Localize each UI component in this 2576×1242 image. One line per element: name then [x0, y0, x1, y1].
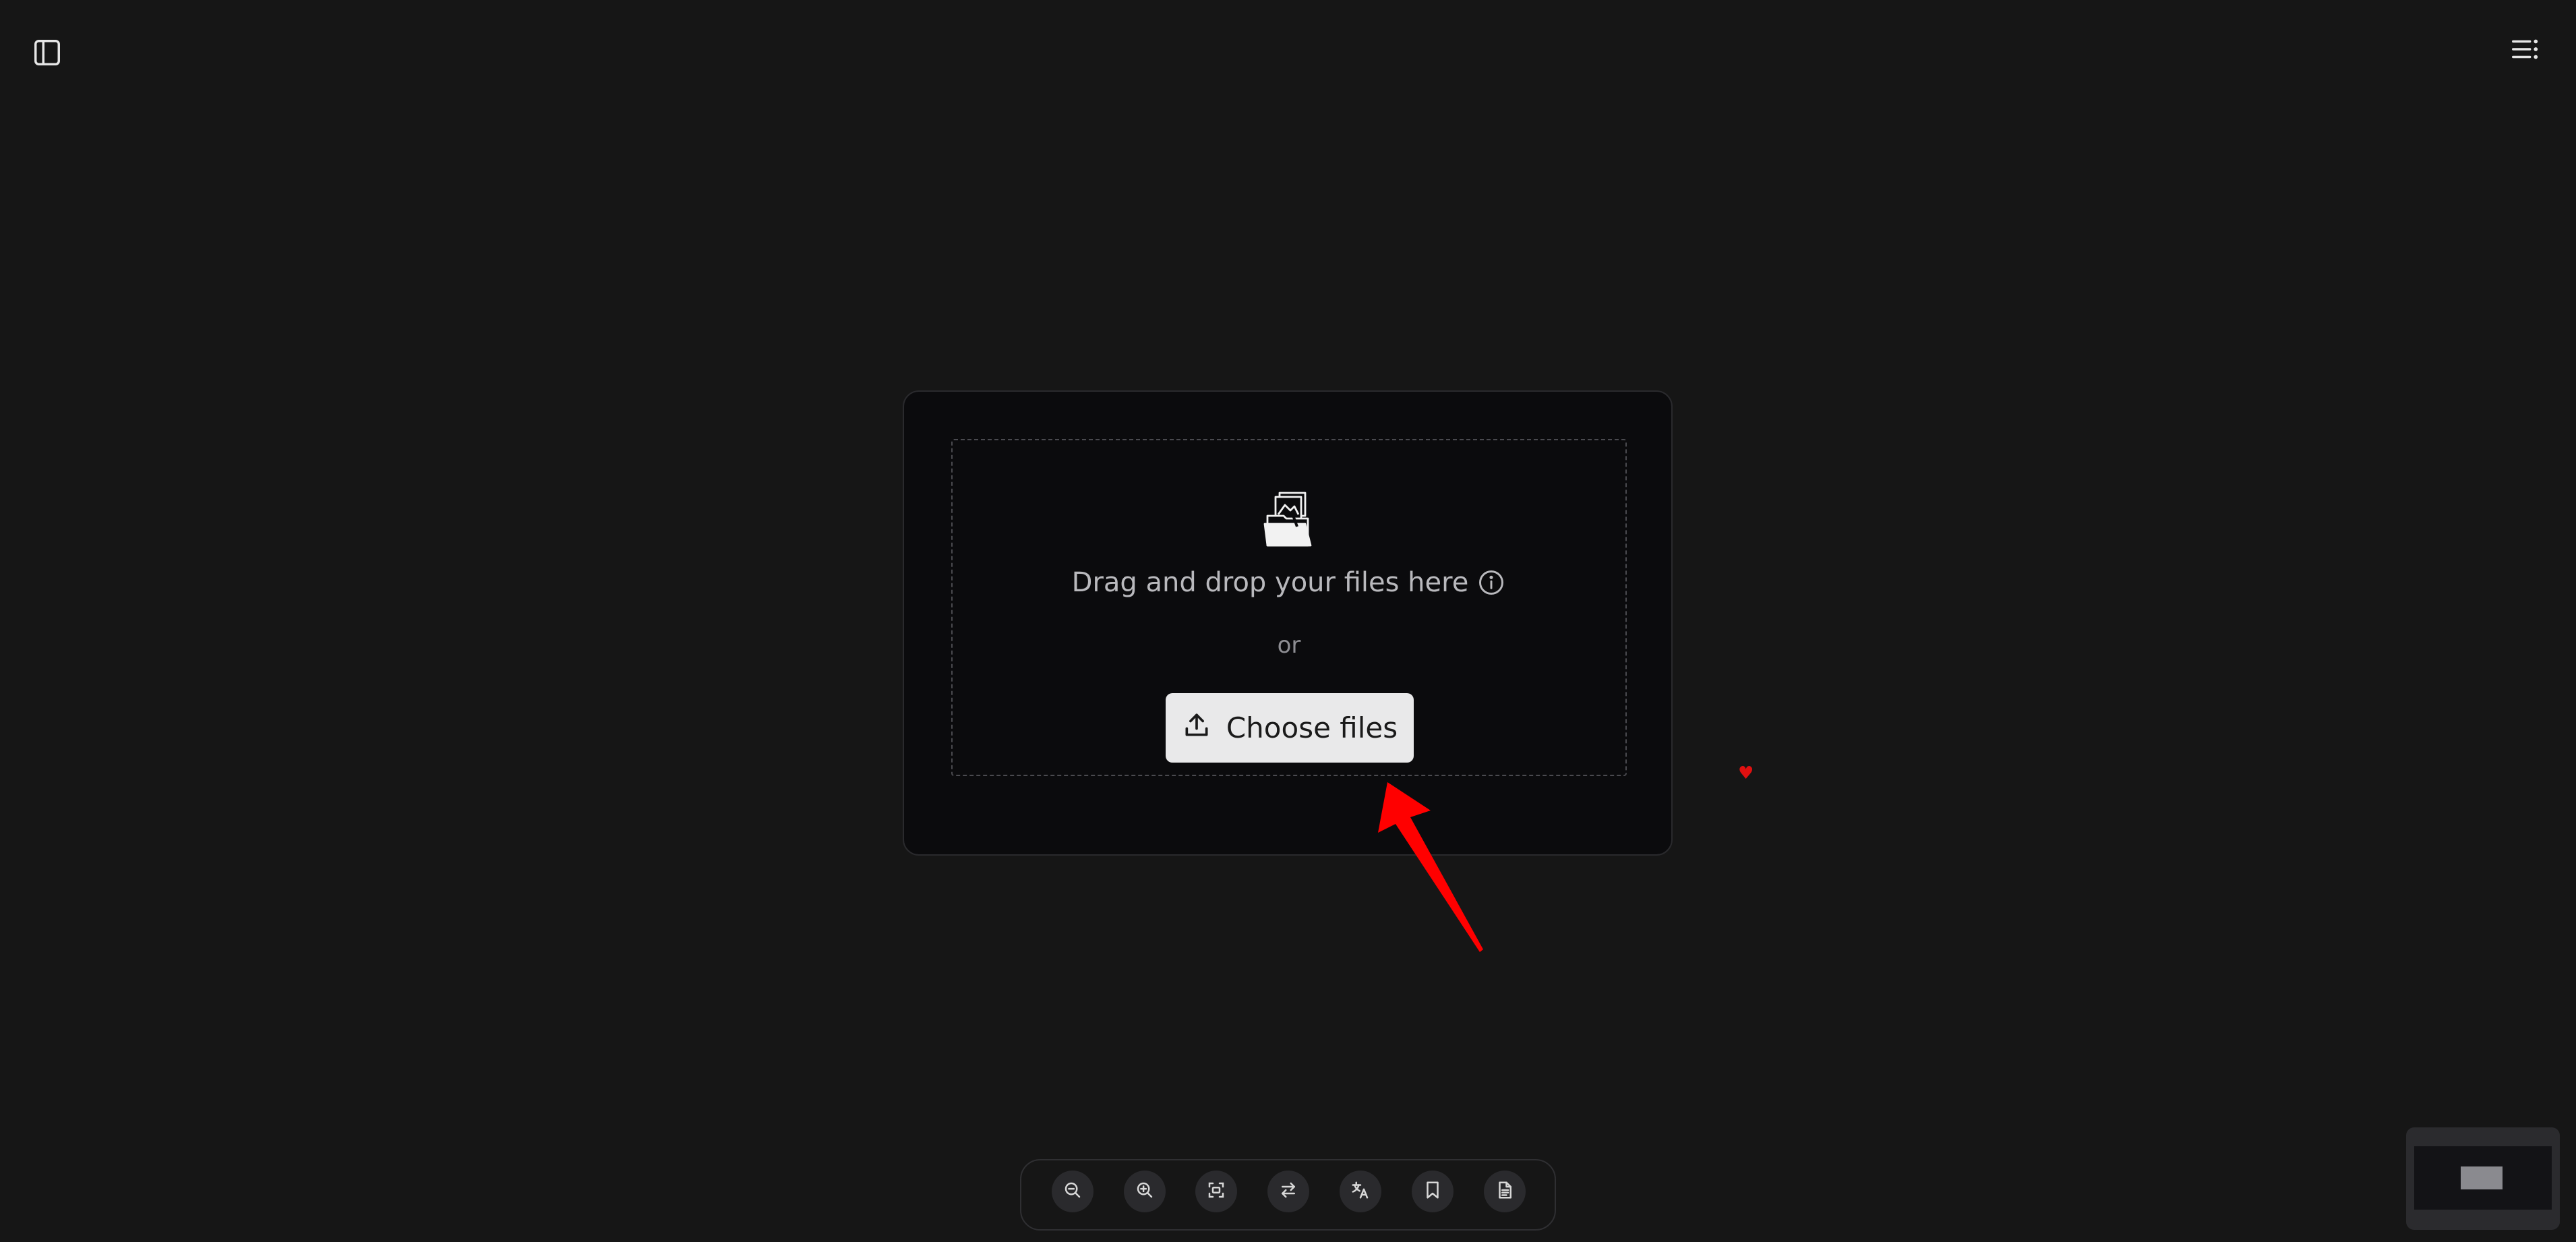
upload-icon — [1182, 710, 1211, 746]
zoom-in-icon — [1135, 1180, 1155, 1203]
swap-arrows-icon — [1278, 1180, 1298, 1203]
zoom-in-button[interactable] — [1124, 1171, 1166, 1212]
choose-files-button[interactable]: Choose files — [1166, 693, 1414, 763]
or-separator-text: or — [1277, 632, 1301, 659]
zoom-out-button[interactable] — [1052, 1171, 1094, 1212]
drop-zone[interactable]: Drag and drop your files here or Choose … — [951, 439, 1627, 776]
list-menu-icon — [2509, 34, 2540, 67]
fit-screen-icon — [1206, 1180, 1226, 1203]
translate-button[interactable] — [1340, 1171, 1381, 1212]
sidebar-toggle-button[interactable] — [17, 24, 78, 84]
choose-files-label: Choose files — [1226, 711, 1398, 744]
fit-screen-button[interactable] — [1195, 1171, 1237, 1212]
bookmark-button[interactable] — [1412, 1171, 1454, 1212]
drag-drop-instruction: Drag and drop your files here — [953, 567, 1625, 598]
thumbnail-viewport-marker — [2461, 1166, 2503, 1189]
drag-drop-text: Drag and drop your files here — [1071, 567, 1469, 598]
sidebar-panel-icon — [32, 37, 63, 71]
viewer-toolbar — [1020, 1159, 1556, 1231]
thumbnail-page[interactable] — [2414, 1146, 2552, 1210]
document-icon — [1495, 1180, 1515, 1203]
heart-marker-icon: ♥ — [1738, 763, 1754, 783]
zoom-out-icon — [1062, 1180, 1083, 1203]
folder-with-images-icon — [1257, 486, 1324, 554]
upload-card: Drag and drop your files here or Choose … — [903, 390, 1673, 856]
outline-menu-button[interactable] — [2494, 20, 2555, 81]
swap-button[interactable] — [1267, 1171, 1309, 1212]
document-button[interactable] — [1484, 1171, 1526, 1212]
bookmark-icon — [1422, 1180, 1443, 1203]
translate-icon — [1350, 1180, 1371, 1203]
info-circle-icon[interactable] — [1476, 568, 1506, 597]
thumbnail-navigator[interactable] — [2406, 1127, 2560, 1230]
annotation-arrow-icon — [1369, 775, 1517, 960]
